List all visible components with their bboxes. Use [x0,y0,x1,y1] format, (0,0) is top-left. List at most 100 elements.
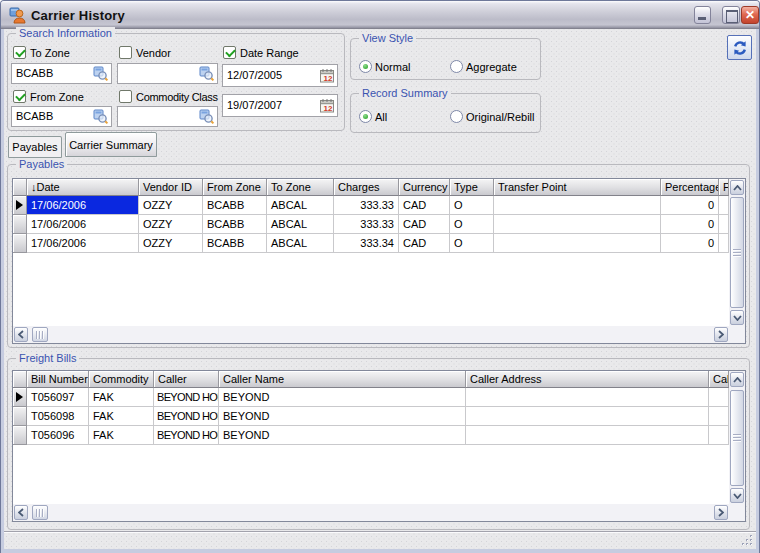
date-range-checkbox[interactable] [223,46,236,59]
payables-row-selector[interactable] [13,234,27,253]
cell-from-zone[interactable]: BCABB [203,234,267,253]
cell-from-zone[interactable]: BCABB [203,215,267,234]
cell-type[interactable]: O [450,196,494,215]
all-radio[interactable] [359,110,372,123]
cell-charges[interactable]: 333.34 [334,234,399,253]
scroll-down-button[interactable] [730,488,744,503]
freight-row[interactable]: T056096 FAK BEYOND HOF BEYOND [13,426,745,445]
close-button[interactable]: ✕ [741,6,759,24]
commodity-class-input[interactable] [117,106,218,127]
maximize-button[interactable] [722,6,740,24]
cell-truncated[interactable] [709,426,729,445]
date-from-calendar-icon[interactable]: 12 [319,68,335,84]
commodity-class-search-icon[interactable] [199,109,215,125]
payables-row[interactable]: 17/06/2006 OZZY BCABB ABCAL 333.33 CAD O… [13,215,745,234]
cell-date[interactable]: 17/06/2006 [27,215,139,234]
freight-col-bill-number[interactable]: Bill Number [27,371,89,388]
scroll-left-button[interactable] [14,327,28,342]
cell-type[interactable]: O [450,215,494,234]
cell-truncated[interactable] [709,388,729,407]
freight-hscrollbar[interactable] [13,504,729,521]
date-from-input[interactable]: 12/07/2005 12 [222,64,338,87]
cell-caller[interactable]: BEYOND HOF [154,407,219,426]
from-zone-input[interactable]: BCABB [11,106,112,127]
cell-date[interactable]: 17/06/2006 [27,196,139,215]
freight-col-caller-name[interactable]: Caller Name [219,371,466,388]
cell-truncated[interactable] [719,234,729,253]
cell-percentage[interactable]: 0 [661,234,719,253]
cell-bill-number[interactable]: T056097 [27,388,89,407]
cell-caller-address[interactable] [466,426,709,445]
cell-from-zone[interactable]: BCABB [203,196,267,215]
cell-transfer-point[interactable] [494,234,661,253]
cell-bill-number[interactable]: T056096 [27,426,89,445]
cell-bill-number[interactable]: T056098 [27,407,89,426]
payables-row-selector[interactable] [13,215,27,234]
freight-row[interactable]: T056098 FAK BEYOND HOF BEYOND [13,407,745,426]
cell-caller-address[interactable] [466,388,709,407]
date-to-input[interactable]: 19/07/2007 12 [222,94,338,117]
payables-col-transfer-point[interactable]: Transfer Point [494,179,661,196]
cell-caller[interactable]: BEYOND HOF [154,426,219,445]
freight-vscrollbar[interactable] [729,371,745,504]
original-rebill-radio[interactable] [450,110,463,123]
cell-percentage[interactable]: 0 [661,215,719,234]
cell-caller[interactable]: BEYOND HOF [154,388,219,407]
payables-row[interactable]: 17/06/2006 OZZY BCABB ABCAL 333.34 CAD O… [13,234,745,253]
cell-vendor-id[interactable]: OZZY [139,196,203,215]
tab-payables[interactable]: Payables [8,136,62,158]
cell-caller-name[interactable]: BEYOND [219,407,466,426]
cell-percentage[interactable]: 0 [661,196,719,215]
cell-to-zone[interactable]: ABCAL [267,196,334,215]
payables-vscrollbar[interactable] [729,179,745,326]
cell-charges[interactable]: 333.33 [334,215,399,234]
normal-radio[interactable] [359,60,372,73]
payables-col-type[interactable]: Type [450,179,494,196]
cell-vendor-id[interactable]: OZZY [139,215,203,234]
cell-commodity[interactable]: FAK [89,388,154,407]
payables-col-to-zone[interactable]: To Zone [267,179,334,196]
scroll-up-button[interactable] [730,372,744,387]
payables-col-charges[interactable]: Charges [334,179,399,196]
cell-type[interactable]: O [450,234,494,253]
cell-commodity[interactable]: FAK [89,426,154,445]
cell-transfer-point[interactable] [494,196,661,215]
payables-col-currency[interactable]: Currency [399,179,450,196]
payables-col-date[interactable]: ↓Date [27,179,139,196]
tab-carrier-summary[interactable]: Carrier Summary [65,132,157,157]
to-zone-search-icon[interactable] [93,66,109,82]
vendor-input[interactable] [117,63,218,84]
cell-to-zone[interactable]: ABCAL [267,234,334,253]
cell-caller-name[interactable]: BEYOND [219,388,466,407]
title-bar[interactable]: Carrier History ✕ [1,1,759,29]
cell-truncated[interactable] [709,407,729,426]
aggregate-radio[interactable] [450,60,463,73]
cell-commodity[interactable]: FAK [89,407,154,426]
refresh-button[interactable] [727,35,752,60]
scroll-left-button[interactable] [14,505,28,520]
resize-grip[interactable] [740,533,754,547]
payables-col-truncated[interactable]: P [719,179,729,196]
cell-currency[interactable]: CAD [399,196,450,215]
cell-vendor-id[interactable]: OZZY [139,234,203,253]
payables-col-percentage[interactable]: Percentage [661,179,719,196]
cell-truncated[interactable] [719,196,729,215]
date-to-calendar-icon[interactable]: 12 [319,98,335,114]
payables-col-vendor-id[interactable]: Vendor ID [139,179,203,196]
scroll-right-button[interactable] [714,327,728,342]
cell-truncated[interactable] [719,215,729,234]
scroll-right-button[interactable] [714,505,728,520]
hscroll-thumb[interactable] [32,327,48,342]
vscroll-thumb[interactable] [730,390,744,486]
freight-row[interactable]: T056097 FAK BEYOND HOF BEYOND [13,388,745,407]
cell-transfer-point[interactable] [494,215,661,234]
cell-caller-name[interactable]: BEYOND [219,426,466,445]
freight-row-selector[interactable] [13,407,27,426]
freight-col-commodity[interactable]: Commodity [89,371,154,388]
commodity-class-checkbox[interactable] [119,90,132,103]
freight-col-caller[interactable]: Caller [154,371,219,388]
hscroll-thumb[interactable] [32,505,48,520]
vendor-search-icon[interactable] [199,66,215,82]
vscroll-thumb[interactable] [730,197,744,308]
freight-row-selector[interactable] [13,388,27,407]
